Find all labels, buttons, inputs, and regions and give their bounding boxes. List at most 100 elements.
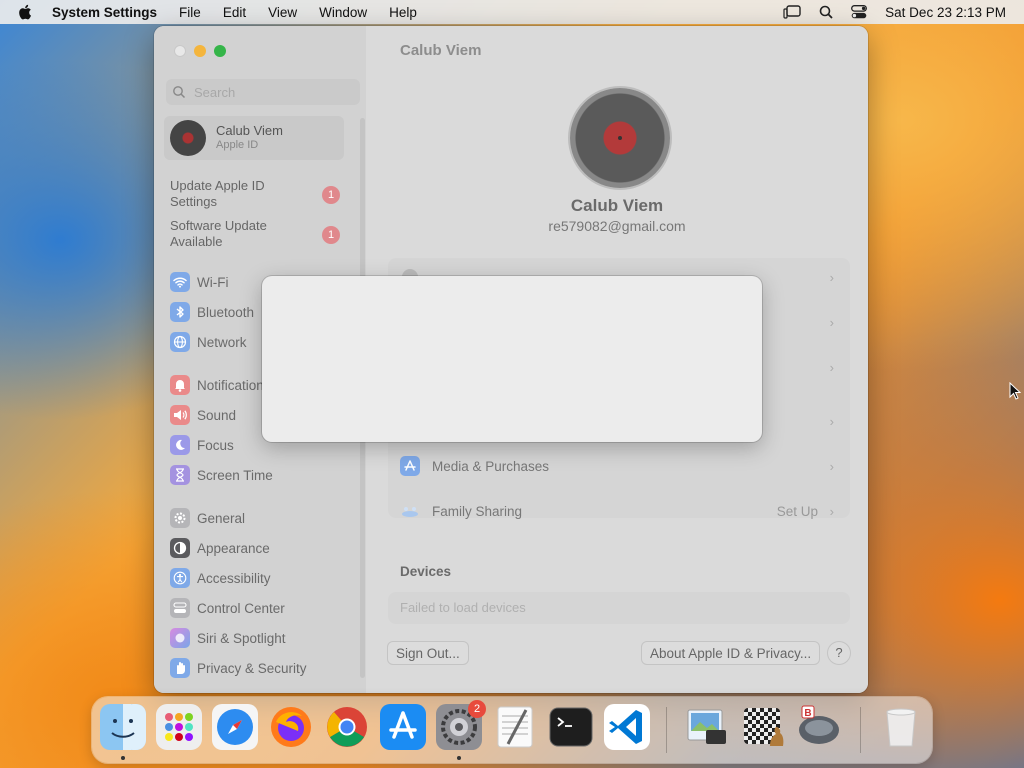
dock-launchpad-icon[interactable] [156, 704, 202, 750]
search-input[interactable] [192, 83, 356, 101]
dock-separator [666, 707, 667, 753]
dock-notification-badge: 2 [468, 700, 486, 718]
notice-label: Update Apple ID Settings [170, 178, 265, 209]
siri-icon [170, 628, 190, 648]
sidebar-item-label: Appearance [197, 540, 270, 556]
dock-firefox-icon[interactable] [268, 704, 314, 750]
sidebar-item-apple-id[interactable]: Calub Viem Apple ID [164, 116, 344, 160]
list-item-family-sharing[interactable]: Family Sharing Set Up › [400, 496, 840, 526]
sidebar-item-label: Notifications [197, 377, 271, 393]
sidebar-item-notifications[interactable]: Notifications [170, 374, 271, 396]
sidebar-item-label: Wi-Fi [197, 274, 229, 290]
minimize-button[interactable] [194, 45, 206, 57]
menu-app-name[interactable]: System Settings [52, 5, 157, 20]
sidebar-item-label: Screen Time [197, 467, 273, 483]
dock-chrome-icon[interactable] [324, 704, 370, 750]
modal-sheet[interactable] [262, 276, 762, 442]
globe-icon [170, 332, 190, 352]
search-field[interactable] [166, 79, 360, 105]
chevron-right-icon: › [829, 458, 834, 474]
sidebar-item-screen-time[interactable]: Screen Time [170, 464, 273, 486]
profile-email: re579082@gmail.com [548, 218, 686, 234]
menu-edit[interactable]: Edit [223, 5, 246, 20]
menu-view[interactable]: View [268, 5, 297, 20]
dock-preview-icon[interactable] [684, 704, 730, 750]
profile-name: Calub Viem [570, 196, 664, 215]
sidebar-item-general[interactable]: General [170, 507, 245, 529]
running-indicator [121, 756, 125, 760]
sidebar-item-bluetooth[interactable]: Bluetooth [170, 301, 254, 323]
sidebar-item-focus[interactable]: Focus [170, 434, 234, 456]
sidebar-item-label: Network [197, 334, 247, 350]
avatar [170, 120, 206, 156]
sidebar-item-software-update[interactable]: Software Update Available 1 [170, 218, 350, 250]
list-item-media-purchases[interactable]: Media & Purchases › [400, 451, 840, 481]
accessibility-icon [170, 568, 190, 588]
dock-terminal-icon[interactable] [548, 704, 594, 750]
sidebar-item-siri-spotlight[interactable]: Siri & Spotlight [170, 627, 286, 649]
close-button[interactable] [174, 45, 186, 57]
dock: 2 B [92, 697, 932, 763]
menu-clock[interactable]: Sat Dec 23 2:13 PM [885, 5, 1006, 20]
app-store-icon [400, 456, 420, 476]
speaker-icon [170, 405, 190, 425]
bluetooth-icon [170, 302, 190, 322]
profile-picture[interactable] [570, 88, 670, 188]
about-apple-id-button[interactable]: About Apple ID & Privacy... [642, 642, 820, 664]
apple-id-subtitle: Apple ID [216, 139, 259, 151]
dock-safari-icon[interactable] [212, 704, 258, 750]
wifi-icon [170, 272, 190, 292]
sign-out-button[interactable]: Sign Out... [388, 642, 468, 664]
chevron-right-icon: › [829, 314, 834, 330]
devices-list: Failed to load devices [388, 592, 850, 624]
sidebar-item-wifi[interactable]: Wi-Fi [170, 271, 228, 293]
notice-label: Software Update Available [170, 218, 267, 249]
dock-trash-icon[interactable] [878, 704, 924, 750]
sidebar-item-sound[interactable]: Sound [170, 404, 236, 426]
menu-window[interactable]: Window [319, 5, 367, 20]
spotlight-search-icon[interactable] [819, 5, 833, 19]
apple-menu-icon[interactable] [18, 4, 34, 20]
sidebar-item-accessibility[interactable]: Accessibility [170, 567, 271, 589]
sidebar-item-label: Focus [197, 437, 234, 453]
moon-icon [170, 435, 190, 455]
appearance-icon [170, 538, 190, 558]
sidebar-item-update-apple-id[interactable]: Update Apple ID Settings 1 [170, 178, 350, 210]
sidebar-item-network[interactable]: Network [170, 331, 247, 353]
avatar-center [618, 136, 622, 140]
notification-badge: 1 [322, 226, 340, 244]
dock-textedit-icon[interactable] [492, 704, 538, 750]
page-title: Calub Viem [400, 42, 482, 59]
control-center-icon [170, 598, 190, 618]
control-center-icon[interactable] [851, 5, 868, 19]
row-label: Media & Purchases [432, 458, 550, 474]
dock-app-store-icon[interactable] [380, 704, 426, 750]
sidebar-item-appearance[interactable]: Appearance [170, 537, 270, 559]
chevron-right-icon: › [829, 503, 834, 519]
help-button[interactable]: ? [828, 642, 850, 664]
dock-vscode-icon[interactable] [604, 704, 650, 750]
chevron-right-icon: › [829, 269, 834, 285]
gear-icon [170, 508, 190, 528]
hourglass-icon [170, 465, 190, 485]
sidebar-item-label: Bluetooth [197, 304, 255, 320]
dock-automator-icon[interactable]: B [796, 704, 842, 750]
zoom-button[interactable] [214, 45, 226, 57]
sidebar-item-label: Control Center [197, 600, 285, 616]
sidebar-item-privacy-security[interactable]: Privacy & Security [170, 657, 307, 679]
sidebar-item-control-center[interactable]: Control Center [170, 597, 285, 619]
chevron-right-icon: › [829, 359, 834, 375]
window-controls [174, 45, 226, 57]
running-indicator [457, 756, 461, 760]
dock-separator [860, 707, 861, 753]
family-icon [400, 501, 420, 521]
stage-manager-icon[interactable] [783, 5, 801, 19]
row-label: Family Sharing [432, 503, 523, 519]
menu-help[interactable]: Help [389, 5, 417, 20]
sidebar-item-label: Privacy & Security [197, 660, 307, 676]
devices-status: Failed to load devices [400, 600, 526, 615]
search-icon [173, 86, 186, 99]
dock-chess-icon[interactable] [740, 704, 786, 750]
menu-file[interactable]: File [179, 5, 201, 20]
dock-finder-icon[interactable] [100, 704, 146, 750]
